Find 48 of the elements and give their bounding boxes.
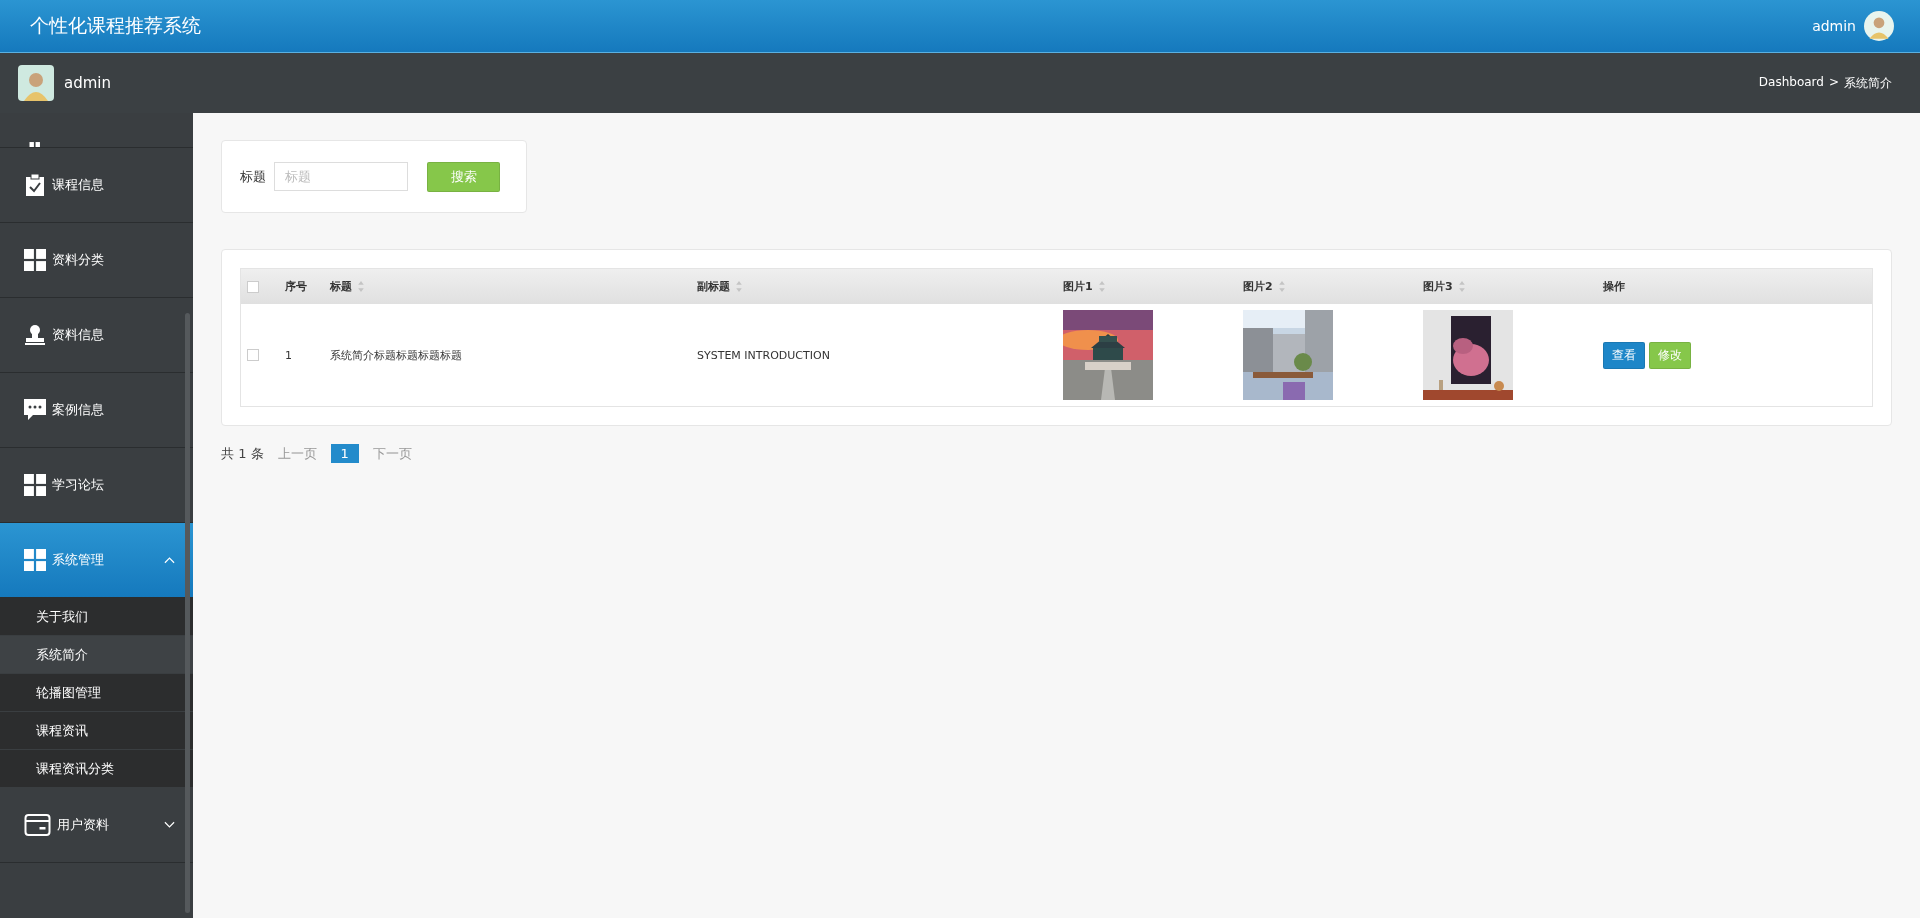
column-header[interactable]: 图片3 [1423,279,1453,294]
table-cell: 系统简介标题标题标题标题 [330,347,462,363]
total-count: 共 1 条 [221,444,264,463]
checkbox[interactable] [247,349,259,361]
grid-icon [24,249,46,271]
chevron-up-icon [164,556,175,564]
app-title: 个性化课程推荐系统 [30,13,201,38]
sort-icon[interactable] [1277,280,1286,293]
submenu-item[interactable]: 关于我们 [0,598,193,636]
title-input-field[interactable]: 标题 [274,162,408,191]
column-header[interactable]: 操作 [1603,279,1625,294]
sort-icon[interactable] [357,280,365,293]
column-header[interactable]: 图片1 [1063,279,1093,294]
submenu-item[interactable]: 课程资讯分类 [0,750,193,788]
view-button[interactable]: 查看 [1603,341,1645,369]
sort-icon[interactable] [1457,280,1466,293]
stamp-icon [24,324,46,346]
breadcrumb-item[interactable]: Dashboard [1758,74,1824,92]
column-header[interactable]: 图片2 [1243,279,1273,294]
column-header[interactable]: 副标题 [697,279,730,294]
submenu-item[interactable]: 轮播图管理 [0,674,193,712]
avatar-icon[interactable] [1864,11,1894,41]
grid-icon [24,549,46,571]
chat-icon [24,399,46,421]
avatar-icon [18,65,54,101]
user-name[interactable]: admin [1812,18,1856,34]
page-number[interactable]: 1 [330,444,359,463]
grid-icon [24,474,46,496]
breadcrumb-item: > [1828,74,1839,91]
card-icon [24,814,51,836]
clipboard-icon [24,174,46,196]
column-header[interactable]: 标题 [330,279,352,294]
user-name: admin [64,74,111,92]
table-cell: SYSTEM INTRODUCTION [697,348,830,362]
sidebar-item[interactable]: 系统管理 [0,523,193,598]
column-header[interactable]: 序号 [285,279,307,294]
chevron-down-icon [164,821,175,829]
submenu-item[interactable]: 课程资讯 [0,712,193,750]
breadcrumb-item: 系统简介 [1844,74,1892,92]
checkbox[interactable] [247,280,259,293]
scrollbar[interactable] [185,313,190,913]
field-label: 标题 [240,167,266,186]
sort-icon[interactable] [1097,280,1106,293]
sidebar-item[interactable]: 课程信息 [0,148,193,223]
table-cell: 1 [285,348,292,362]
sort-icon[interactable] [735,280,743,293]
sidebar-item[interactable]: 资料分类 [0,223,193,298]
submenu-item[interactable]: 系统简介 [0,636,193,674]
